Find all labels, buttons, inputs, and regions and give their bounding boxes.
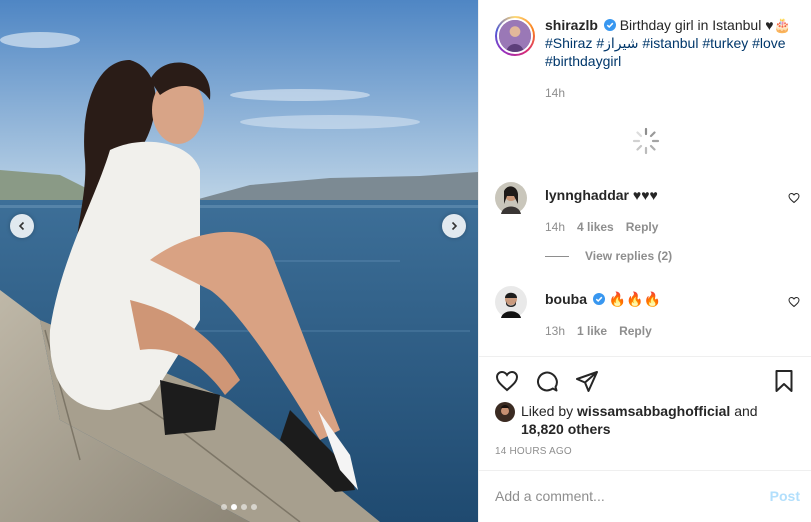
reply-button[interactable]: Reply bbox=[619, 322, 652, 340]
carousel-dot bbox=[251, 504, 257, 510]
liker-avatar[interactable] bbox=[495, 402, 515, 422]
commenter-avatar[interactable] bbox=[495, 182, 527, 214]
post-action-bar bbox=[495, 369, 796, 393]
comment-likes[interactable]: 4 likes bbox=[577, 218, 614, 236]
liked-by-prefix: Liked by bbox=[521, 403, 574, 419]
caption-hashtag-birthdaygirl[interactable]: #birthdaygirl bbox=[545, 53, 621, 69]
comment-likes[interactable]: 1 like bbox=[577, 322, 607, 340]
verified-badge-icon bbox=[603, 19, 616, 31]
carousel-prev-button[interactable] bbox=[10, 214, 34, 238]
carousel-indicator bbox=[0, 504, 478, 510]
add-comment-form: Post bbox=[495, 488, 800, 504]
post-side-panel: shirazlb Birthday girl in Istanbul ♥🎂 #S… bbox=[478, 0, 811, 522]
bookmark-icon[interactable] bbox=[772, 369, 796, 393]
liked-by-conj: and bbox=[734, 403, 758, 419]
divider bbox=[479, 470, 811, 471]
comment-item: lynnghaddar ♥♥♥ 14h 4 likes Reply bbox=[495, 182, 800, 236]
cake-emoji: 🎂 bbox=[773, 17, 791, 33]
caption-time: 14h bbox=[545, 86, 566, 100]
caption-text: Birthday girl in Istanbul ♥ bbox=[619, 17, 774, 33]
post-caption: shirazlb Birthday girl in Istanbul ♥🎂 #S… bbox=[495, 16, 800, 102]
comment-username[interactable]: bouba bbox=[545, 291, 587, 307]
comment-text: ♥♥♥ bbox=[632, 187, 658, 203]
comment-time[interactable]: 14h bbox=[545, 218, 565, 236]
heart-outline-icon[interactable] bbox=[495, 369, 519, 393]
view-replies-label: View replies (2) bbox=[585, 249, 673, 263]
carousel-dot bbox=[241, 504, 247, 510]
chevron-left-icon bbox=[18, 221, 25, 231]
paper-plane-icon[interactable] bbox=[575, 369, 599, 393]
carousel-next-button[interactable] bbox=[442, 214, 466, 238]
instagram-post: shirazlb Birthday girl in Istanbul ♥🎂 #S… bbox=[0, 0, 811, 522]
chevron-right-icon bbox=[451, 221, 458, 231]
author-avatar[interactable] bbox=[495, 16, 535, 56]
comment-item: bouba 🔥🔥🔥 13h 1 like Reply bbox=[495, 286, 800, 340]
liked-by-others[interactable]: 18,820 others bbox=[521, 421, 611, 437]
comment-input[interactable] bbox=[495, 488, 770, 504]
reply-button[interactable]: Reply bbox=[626, 218, 659, 236]
caption-hashtags[interactable]: #Shiraz #شيراز #istanbul #turkey #love bbox=[545, 35, 786, 51]
comment-bubble-icon[interactable] bbox=[535, 369, 559, 393]
carousel-dot bbox=[221, 504, 227, 510]
view-replies-line bbox=[545, 255, 569, 257]
post-photo-carousel[interactable] bbox=[0, 0, 478, 522]
heart-outline-icon[interactable] bbox=[788, 192, 800, 204]
heart-outline-icon[interactable] bbox=[788, 296, 800, 308]
post-comment-button[interactable]: Post bbox=[770, 488, 800, 504]
author-username[interactable]: shirazlb bbox=[545, 17, 598, 33]
comment-username[interactable]: lynnghaddar bbox=[545, 187, 629, 203]
comment-text: 🔥🔥🔥 bbox=[608, 291, 662, 307]
spinner-icon bbox=[632, 127, 660, 155]
comment-time[interactable]: 13h bbox=[545, 322, 565, 340]
liked-by-section: Liked by wissamsabbaghofficial and 18,82… bbox=[495, 402, 800, 438]
post-timestamp[interactable]: 14 HOURS AGO bbox=[495, 446, 572, 457]
divider bbox=[479, 356, 811, 357]
commenter-avatar[interactable] bbox=[495, 286, 527, 318]
view-replies-button[interactable]: View replies (2) bbox=[545, 249, 672, 263]
liked-by-user[interactable]: wissamsabbaghofficial bbox=[577, 403, 730, 419]
caption-body: shirazlb Birthday girl in Istanbul ♥🎂 #S… bbox=[545, 16, 800, 102]
post-photo bbox=[0, 0, 478, 522]
verified-badge-icon bbox=[592, 293, 605, 305]
carousel-dot-active bbox=[231, 504, 237, 510]
